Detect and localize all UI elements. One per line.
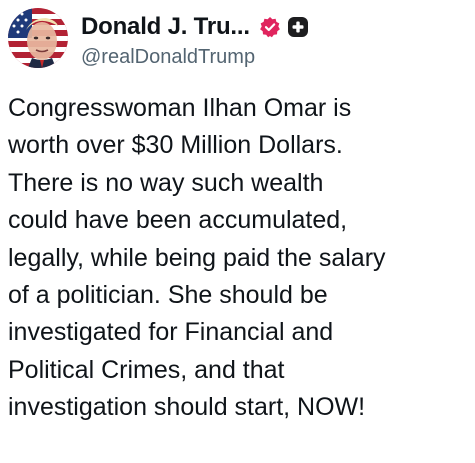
author-handle[interactable]: @realDonaldTrump [81, 46, 255, 69]
post-body-text: Congresswoman Ilhan Omar is worth over $… [8, 90, 468, 427]
avatar[interactable] [8, 8, 68, 68]
post-header: Donald J. Tru... @realDonaldTrump [8, 8, 468, 70]
post-body-line: of a politician. She should be [8, 281, 328, 310]
post-body-line: investigation should start, NOW! [8, 393, 366, 422]
post-body-line: investigated for Financial and [8, 318, 334, 347]
plus-badge-icon [287, 16, 309, 38]
post-card: Donald J. Tru... @realDonaldTrump Congre… [0, 0, 475, 463]
post-body-line: Congresswoman Ilhan Omar is [8, 94, 352, 122]
post-body-line: There is no way such wealth [8, 168, 324, 197]
author-name-row: Donald J. Tru... [81, 12, 309, 42]
post-body-line: worth over $30 Million Dollars. [8, 131, 343, 160]
verified-check-icon [259, 16, 281, 38]
author-display-name[interactable]: Donald J. Tru... [81, 13, 250, 41]
post-body-line: Political Crimes, and that [8, 355, 285, 384]
avatar-image [8, 8, 68, 68]
post-body-line: legally, while being paid the salary [8, 243, 386, 272]
post-body-line: could have been accumulated, [8, 206, 348, 235]
